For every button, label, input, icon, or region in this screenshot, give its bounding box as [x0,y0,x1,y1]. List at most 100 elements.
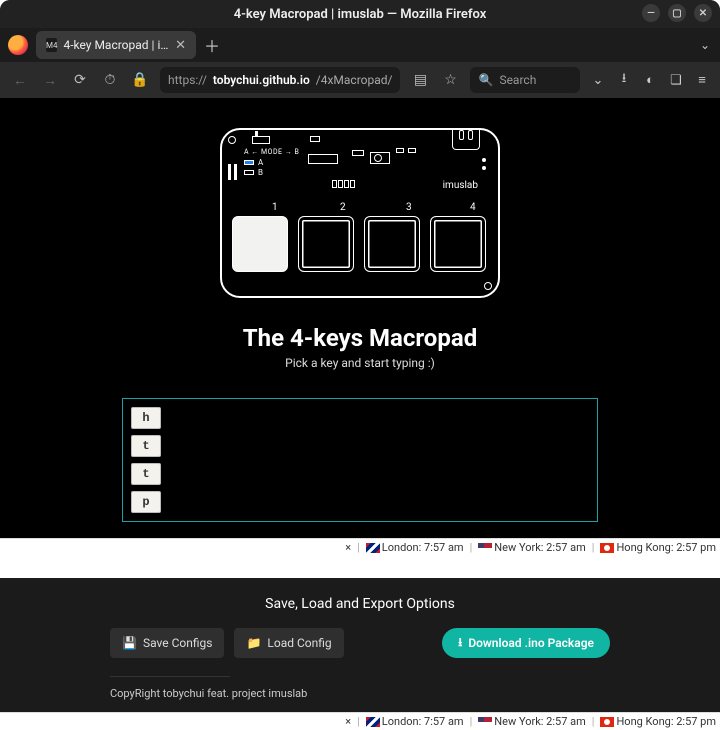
status-close[interactable]: × [345,715,351,728]
pocket-icon[interactable]: ⌄ [590,73,606,88]
lock-icon: 🔒 [130,72,150,88]
url-scheme: https:// [168,73,207,87]
pcb-component-icon [408,148,416,153]
pcb-component-icon [234,164,237,180]
pcb-hole-icon [228,136,236,144]
url-bar[interactable]: https:// tobychui.github.io/4xMacropad/ [160,67,400,93]
key-chip[interactable]: h [131,407,161,429]
search-bar[interactable]: 🔍 Search [470,67,580,93]
extensions-icon[interactable]: ❏ [668,73,684,88]
pcb-component-icon [352,150,364,156]
clock-newyork: New York: 2:57 am [478,715,585,728]
led-a-icon [244,160,254,165]
mode-label: A ← MODE → B [244,148,299,156]
pcb-led-icon [482,166,486,170]
key-label-2: 2 [340,202,346,213]
window-titlebar: 4-key Macropad | imuslab — Mozilla Firef… [0,0,720,28]
window-minimize-button[interactable]: ― [642,4,660,22]
firefox-window: 4-key Macropad | imuslab — Mozilla Firef… [0,0,720,556]
nav-forward-button[interactable]: → [40,72,60,89]
page-subheading: Pick a key and start typing :) [0,356,720,370]
pcb-brand-label: imuslab [443,180,478,191]
clock-london: London: 7:57 am [366,715,464,728]
pcb-component-icon [308,154,338,164]
macropad-key-1[interactable] [232,216,288,272]
key-label-1: 1 [272,202,278,213]
window-maximize-button[interactable]: ▢ [668,4,686,22]
save-icon: 💾 [122,636,137,650]
pcb-component-icon [228,164,231,180]
page-content: imuslab A ← MODE → B A B [0,98,720,538]
download-icon: ⭳ [458,633,462,654]
pcb-hole-icon [484,282,492,290]
tab-bar: M4 4-key Macropad | imuslab ✕ ＋ ⌄ [0,28,720,62]
downloads-icon[interactable]: ⭳ [616,69,632,91]
key-label-4: 4 [470,202,476,213]
key-chip[interactable]: t [131,435,161,457]
tab-close-icon[interactable]: ✕ [175,38,186,53]
pcb-component-icon [374,154,382,162]
page-heading: The 4-keys Macropad [0,324,720,352]
window-close-button[interactable]: ✕ [694,4,712,22]
pcb-component-icon [310,136,320,142]
options-title: Save, Load and Export Options [110,596,610,612]
pcb-component-icon [396,148,404,153]
macropad-key-4[interactable] [430,216,486,272]
flag-hk-icon [600,543,614,553]
led-b-label: B [258,168,263,177]
flag-uk-icon [366,717,380,727]
search-placeholder: Search [499,73,536,87]
new-tab-button[interactable]: ＋ [204,33,220,57]
url-path: /4xMacropad/ [316,73,393,87]
clock-hongkong: Hong Kong: 2:57 pm [600,541,716,554]
url-host: tobychui.github.io [213,73,310,87]
clock-newyork: New York: 2:57 am [478,541,585,554]
reader-mode-icon[interactable]: ▤ [410,72,430,88]
key-label-3: 3 [406,202,412,213]
tab-favicon-icon: M4 [46,38,57,52]
firefox-logo-icon [8,35,28,55]
flag-us-icon [478,717,492,727]
nav-reload-button[interactable]: ⟳ [70,72,90,88]
led-a-label: A [258,158,263,167]
load-config-button[interactable]: 📁 Load Config [234,628,343,658]
divider [110,676,230,677]
download-ino-label: Download .ino Package [468,636,594,650]
led-b-icon [244,170,254,175]
macropad-key-3[interactable] [364,216,420,272]
usb-port-icon [452,128,480,150]
shield-icon[interactable]: ⏱ [100,72,120,88]
nav-back-button[interactable]: ← [10,72,30,89]
flag-uk-icon [366,543,380,553]
clock-london: London: 7:57 am [366,541,464,554]
folder-icon: 📁 [246,636,261,650]
download-ino-button[interactable]: ⭳ Download .ino Package [442,628,610,658]
save-configs-button[interactable]: 💾 Save Configs [110,628,224,658]
menu-icon[interactable]: ≡ [694,72,710,88]
search-icon: 🔍 [478,73,493,87]
clock-hongkong: Hong Kong: 2:57 pm [600,715,716,728]
bookmark-star-icon[interactable]: ☆ [440,72,460,88]
key-config-panel[interactable]: h t t p [122,398,598,522]
macropad-key-2[interactable] [298,216,354,272]
window-title: 4-key Macropad | imuslab — Mozilla Firef… [234,7,487,22]
status-bar-2: × | London: 7:57 am | New York: 2:57 am … [0,712,720,730]
mode-switch-icon [252,136,270,144]
tabs-dropdown-icon[interactable]: ⌄ [700,38,710,52]
key-chip[interactable]: t [131,463,161,485]
key-chip[interactable]: p [131,491,161,513]
status-close[interactable]: × [345,541,351,554]
account-icon[interactable]: ◐ [642,72,658,88]
pcb-component-icon [332,180,355,188]
macropad-pcb-graphic: imuslab A ← MODE → B A B [220,128,500,298]
status-bar: × | London: 7:57 am | New York: 2:57 am … [0,538,720,556]
tab-active[interactable]: M4 4-key Macropad | imuslab ✕ [36,31,196,59]
flag-hk-icon [600,717,614,727]
pcb-led-icon [482,158,486,162]
load-config-label: Load Config [267,636,331,650]
save-configs-label: Save Configs [143,636,213,650]
nav-toolbar: ← → ⟳ ⏱ 🔒 https:// tobychui.github.io/4xM… [0,62,720,98]
options-window: Save, Load and Export Options 💾 Save Con… [0,578,720,730]
tab-label: 4-key Macropad | imuslab [63,38,169,52]
flag-us-icon [478,543,492,553]
